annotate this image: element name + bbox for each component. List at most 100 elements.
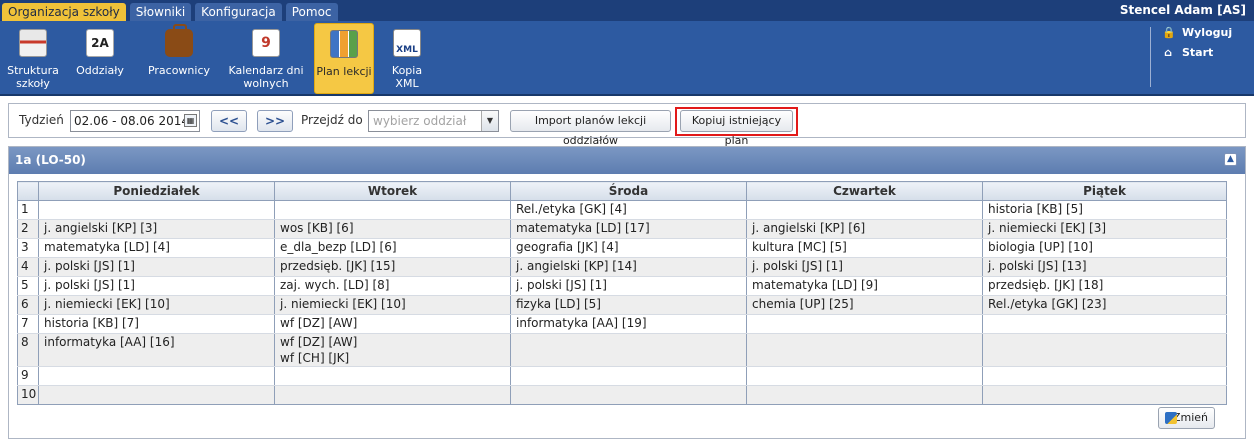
import-plans-button[interactable]: Import planów lekcji oddziałów — [510, 110, 671, 147]
lesson-cell[interactable] — [746, 366, 983, 386]
calendar-picker-icon[interactable]: ▦ — [184, 114, 197, 127]
lesson-entry: j. polski [JS] [1] — [752, 259, 843, 273]
lesson-entry: informatyka [AA] [19] — [516, 316, 647, 330]
lesson-cell[interactable]: zaj. wych. [LD] [8] — [274, 276, 511, 296]
lesson-cell[interactable] — [274, 200, 511, 220]
lesson-cell[interactable]: wos [KB] [6] — [274, 219, 511, 239]
lesson-entry: wf [DZ] [AW] — [280, 335, 358, 349]
lesson-cell[interactable]: e_dla_bezp [LD] [6] — [274, 238, 511, 258]
lesson-cell[interactable]: matematyka [LD] [17] — [510, 219, 747, 239]
lesson-cell[interactable]: j. polski [JS] [1] — [38, 257, 275, 277]
lesson-entry: informatyka [AA] [16] — [44, 335, 175, 349]
lesson-cell[interactable]: biologia [UP] [10] — [982, 238, 1227, 258]
xml-icon: XML — [393, 29, 421, 57]
menu-tabs: Organizacja szkoły Słowniki Konfiguracja… — [2, 3, 338, 21]
start-link[interactable]: ⌂ Start — [1162, 46, 1213, 59]
lesson-cell[interactable]: matematyka [LD] [4] — [38, 238, 275, 258]
class-select[interactable]: wybierz oddział ▼ — [368, 110, 499, 132]
lock-icon: 🔒 — [1162, 25, 1176, 39]
lesson-entry: j. niemiecki [EK] [10] — [44, 297, 170, 311]
timetable-row: 5 j. polski [JS] [1] zaj. wych. [LD] [8] j.… — [17, 276, 1227, 296]
ribbon-button-pracownicy[interactable]: Pracownicy — [144, 23, 214, 94]
lesson-cell[interactable]: j. angielski [KP] [6] — [746, 219, 983, 239]
lesson-cell[interactable]: informatyka [AA] [19] — [510, 314, 747, 334]
lesson-cell[interactable] — [982, 366, 1227, 386]
tab-slowniki[interactable]: Słowniki — [129, 3, 192, 21]
lesson-cell[interactable]: j. angielski [KP] [3] — [38, 219, 275, 239]
ribbon-button-oddzialy[interactable]: 2A Oddziały — [72, 23, 128, 94]
tab-organizacja-szkoly[interactable]: Organizacja szkoły — [2, 3, 126, 21]
lesson-cell[interactable] — [510, 333, 747, 367]
lesson-cell[interactable] — [982, 385, 1227, 405]
lesson-cell[interactable]: Rel./etyka [GK] [23] — [982, 295, 1227, 315]
lesson-cell[interactable]: wf [DZ] [AW] — [274, 314, 511, 334]
ribbon-button-struktura-szkoly[interactable]: Struktura szkoły — [4, 23, 62, 94]
lesson-cell[interactable]: kultura [MC] [5] — [746, 238, 983, 258]
lesson-cell[interactable] — [38, 200, 275, 220]
tab-konfiguracja[interactable]: Konfiguracja — [195, 3, 282, 21]
lesson-cell[interactable] — [746, 314, 983, 334]
lesson-cell[interactable] — [982, 333, 1227, 367]
lesson-cell[interactable]: matematyka [LD] [9] — [746, 276, 983, 296]
lesson-entry: j. angielski [KP] [14] — [516, 259, 637, 273]
lesson-cell[interactable]: przedsięb. [JK] [15] — [274, 257, 511, 277]
lesson-cell[interactable]: historia [KB] [5] — [982, 200, 1227, 220]
week-date-value: 02.06 - 08.06 2014 — [74, 114, 190, 128]
lesson-cell[interactable]: j. niemiecki [EK] [10] — [274, 295, 511, 315]
lesson-cell[interactable]: j. angielski [KP] [14] — [510, 257, 747, 277]
chevron-down-icon[interactable]: ▼ — [481, 111, 498, 131]
briefcase-icon — [165, 24, 193, 57]
lesson-cell[interactable]: wf [DZ] [AW] wf [CH] [JK] — [274, 333, 511, 367]
timetable-row: 3 matematyka [LD] [4] e_dla_bezp [LD] [6] g… — [17, 238, 1227, 258]
lesson-entry: fizyka [LD] [5] — [516, 297, 601, 311]
week-date-field[interactable]: 02.06 - 08.06 2014 ▦ — [70, 110, 200, 132]
lesson-cell[interactable]: j. polski [JS] [1] — [510, 276, 747, 296]
lesson-cell[interactable] — [510, 385, 747, 405]
timetable-panel: 1a (LO-50) ▲ Poniedziałek Wtorek Środa C… — [8, 146, 1246, 439]
lesson-cell[interactable]: Rel./etyka [GK] [4] — [510, 200, 747, 220]
lesson-entry: e_dla_bezp [LD] [6] — [280, 240, 397, 254]
lesson-entry: j. angielski [KP] [3] — [44, 221, 158, 235]
lesson-entry: j. polski [JS] [1] — [44, 259, 135, 273]
next-week-button[interactable]: >> — [257, 110, 293, 132]
ribbon-separator — [1150, 27, 1151, 87]
lesson-cell[interactable] — [274, 385, 511, 405]
lesson-cell[interactable] — [38, 366, 275, 386]
ribbon-toolbar: Struktura szkoły 2A Oddziały Pracownicy … — [0, 21, 1254, 96]
ribbon-button-kalendarz[interactable]: 9 Kalendarz dni wolnych — [226, 23, 306, 94]
lesson-cell[interactable]: j. polski [JS] [13] — [982, 257, 1227, 277]
lesson-cell[interactable] — [274, 366, 511, 386]
lesson-cell[interactable]: informatyka [AA] [16] — [38, 333, 275, 367]
lesson-cell[interactable]: j. polski [JS] [1] — [746, 257, 983, 277]
previous-week-button[interactable]: << — [211, 110, 247, 132]
class-select-placeholder: wybierz oddział — [373, 114, 467, 128]
lesson-number: 5 — [17, 276, 39, 296]
edit-button[interactable]: Zmień — [1158, 407, 1215, 429]
ribbon-button-plan-lekcji[interactable]: Plan lekcji — [314, 23, 374, 94]
lesson-cell[interactable] — [38, 385, 275, 405]
tab-pomoc[interactable]: Pomoc — [285, 3, 338, 21]
lesson-cell[interactable] — [510, 366, 747, 386]
lesson-number-header — [17, 181, 39, 201]
lesson-cell[interactable]: fizyka [LD] [5] — [510, 295, 747, 315]
lesson-cell[interactable]: j. niemiecki [EK] [3] — [982, 219, 1227, 239]
lesson-entry: historia [KB] [7] — [44, 316, 139, 330]
lesson-cell[interactable]: j. niemiecki [EK] [10] — [38, 295, 275, 315]
ribbon-button-kopia-xml[interactable]: XML Kopia XML — [382, 23, 432, 94]
lesson-cell[interactable] — [746, 200, 983, 220]
timetable-row: 10 — [17, 385, 1227, 405]
collapse-icon[interactable]: ▲ — [1224, 153, 1237, 166]
lesson-cell[interactable]: historia [KB] [7] — [38, 314, 275, 334]
lesson-cell[interactable] — [982, 314, 1227, 334]
lesson-cell[interactable] — [746, 333, 983, 367]
lesson-cell[interactable] — [746, 385, 983, 405]
lesson-cell[interactable]: chemia [UP] [25] — [746, 295, 983, 315]
lesson-cell[interactable]: j. polski [JS] [1] — [38, 276, 275, 296]
calendar-icon: 9 — [252, 29, 280, 57]
lesson-entry: zaj. wych. [LD] [8] — [280, 278, 390, 292]
ribbon-label: Kalendarz dni wolnych — [228, 64, 304, 90]
lesson-cell[interactable]: przedsięb. [JK] [18] — [982, 276, 1227, 296]
lesson-entry: chemia [UP] [25] — [752, 297, 854, 311]
logout-link[interactable]: 🔒 Wyloguj — [1162, 26, 1232, 39]
lesson-cell[interactable]: geografia [JK] [4] — [510, 238, 747, 258]
